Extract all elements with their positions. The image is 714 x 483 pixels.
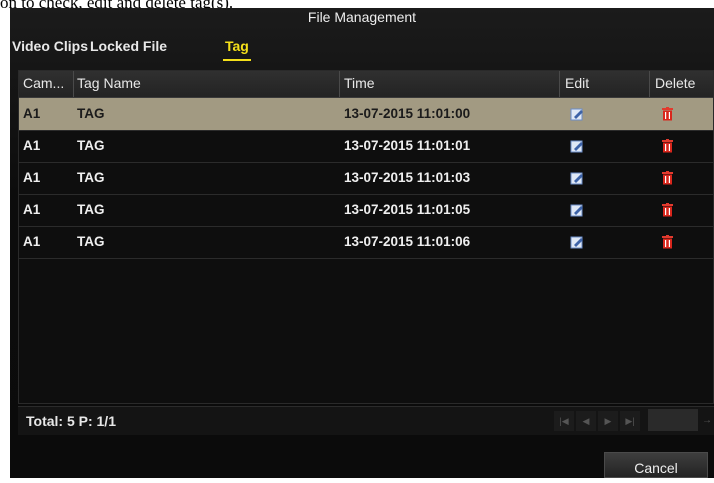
tag-name-cell: TAG [77, 234, 105, 249]
tag-table: Cam... Tag Name Time Edit Delete A1 TAG 13… [18, 70, 714, 404]
first-page-icon[interactable]: |◀ [554, 411, 574, 431]
table-row[interactable]: A1 TAG 13-07-2015 11:01:01 [19, 130, 713, 163]
column-divider[interactable] [73, 71, 74, 97]
trash-icon[interactable] [661, 107, 676, 121]
camera-cell: A1 [23, 138, 41, 153]
column-header-time[interactable]: Time [344, 75, 375, 91]
tag-name-cell: TAG [77, 138, 105, 153]
time-cell: 13-07-2015 11:01:03 [344, 170, 471, 185]
trash-icon[interactable] [661, 139, 676, 153]
trash-icon[interactable] [661, 235, 676, 249]
column-header-edit[interactable]: Edit [565, 75, 589, 91]
camera-cell: A1 [23, 170, 41, 185]
tag-name-cell: TAG [77, 202, 105, 217]
table-footer: Total: 5 P: 1/1 |◀ ◀ ▶ ▶| → [18, 406, 714, 435]
edit-icon[interactable] [570, 171, 585, 185]
column-divider[interactable] [559, 71, 560, 97]
time-cell: 13-07-2015 11:01:00 [344, 106, 471, 121]
column-header-delete[interactable]: Delete [655, 75, 695, 91]
edit-icon[interactable] [570, 203, 585, 217]
column-divider[interactable] [649, 71, 650, 97]
cancel-button[interactable]: Cancel [604, 452, 708, 478]
edit-icon[interactable] [570, 107, 585, 121]
last-page-icon[interactable]: ▶| [620, 411, 640, 431]
camera-cell: A1 [23, 202, 41, 217]
time-cell: 13-07-2015 11:01:01 [344, 138, 471, 153]
next-page-icon[interactable]: ▶ [598, 411, 618, 431]
table-row[interactable]: A1 TAG 13-07-2015 11:01:00 [19, 98, 713, 131]
table-row[interactable]: A1 TAG 13-07-2015 11:01:06 [19, 226, 713, 259]
tab-video-clips[interactable]: Video Clips [12, 38, 88, 54]
total-count: Total: 5 P: 1/1 [26, 413, 116, 429]
column-divider[interactable] [339, 71, 340, 97]
column-header-tag-name[interactable]: Tag Name [77, 75, 141, 91]
trash-icon[interactable] [661, 171, 676, 185]
tag-name-cell: TAG [77, 170, 105, 185]
tab-locked-file[interactable]: Locked File [90, 38, 167, 54]
window-title: File Management [307, 9, 417, 25]
tab-tag[interactable]: Tag [223, 38, 251, 61]
edit-icon[interactable] [570, 139, 585, 153]
table-header: Cam... Tag Name Time Edit Delete [19, 71, 713, 98]
file-management-window: File Management Video Clips Locked File … [10, 8, 714, 478]
edit-icon[interactable] [570, 235, 585, 249]
table-row[interactable]: A1 TAG 13-07-2015 11:01:03 [19, 162, 713, 195]
time-cell: 13-07-2015 11:01:05 [344, 202, 471, 217]
column-header-camera[interactable]: Cam... [23, 75, 64, 91]
time-cell: 13-07-2015 11:01:06 [344, 234, 471, 249]
go-arrow-icon[interactable]: → [702, 411, 714, 431]
camera-cell: A1 [23, 106, 41, 121]
tag-name-cell: TAG [77, 106, 105, 121]
table-row[interactable]: A1 TAG 13-07-2015 11:01:05 [19, 194, 713, 227]
prev-page-icon[interactable]: ◀ [576, 411, 596, 431]
camera-cell: A1 [23, 234, 41, 249]
trash-icon[interactable] [661, 203, 676, 217]
page-number-input[interactable] [648, 409, 698, 431]
